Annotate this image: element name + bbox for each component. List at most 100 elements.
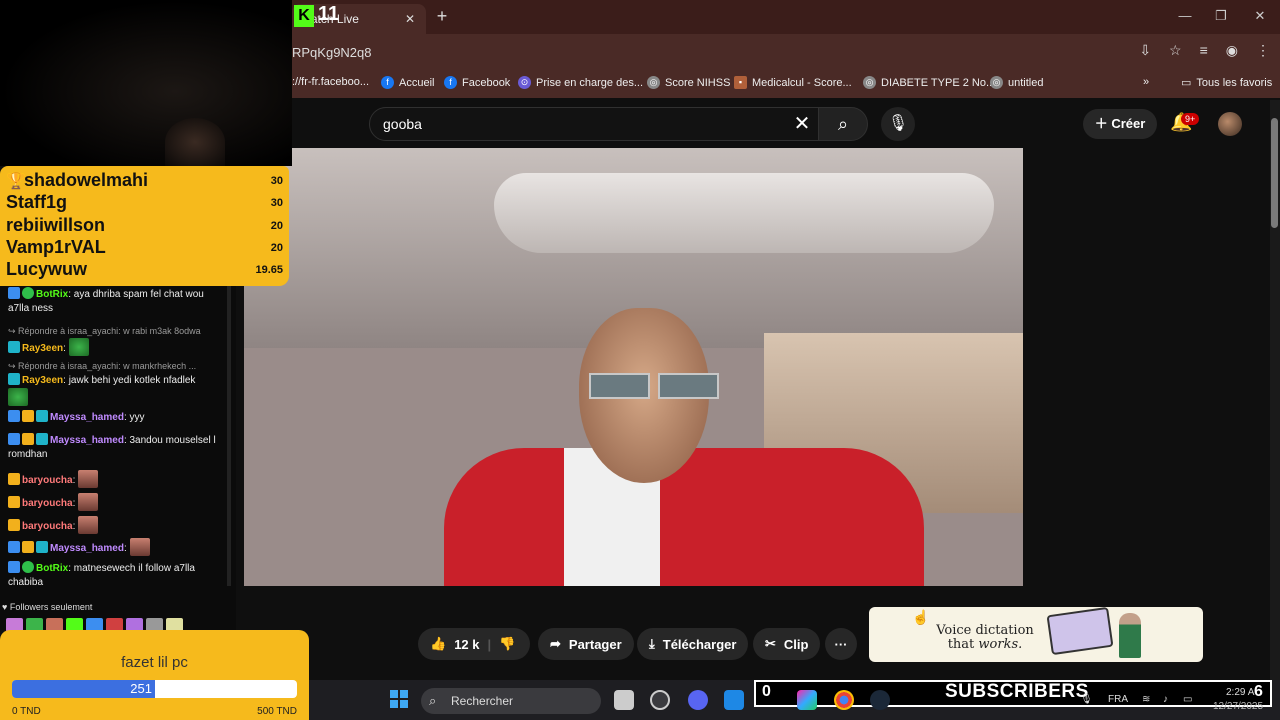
- url-text[interactable]: RPqKg9N2q8: [292, 45, 372, 60]
- bookmark-label: DIABETE TYPE 2 No...: [881, 76, 996, 89]
- badge-icon: [8, 341, 20, 353]
- volume-icon[interactable]: ♪: [1163, 694, 1168, 705]
- chat-user[interactable]: Ray3een: [22, 343, 63, 354]
- chat-text: :: [72, 521, 76, 532]
- bookmarks-more[interactable]: »: [1143, 76, 1149, 88]
- microphone-button[interactable]: 🎙: [881, 107, 915, 141]
- bookmark-item[interactable]: ◎ untitled: [990, 76, 1043, 89]
- new-tab-icon[interactable]: +: [432, 6, 452, 26]
- thumbs-up-icon: 👍: [430, 636, 447, 651]
- more-actions-button[interactable]: ···: [825, 628, 857, 660]
- playlist-icon[interactable]: ≡: [1200, 42, 1208, 59]
- steam-icon[interactable]: [870, 690, 890, 710]
- video-player[interactable]: [244, 148, 1023, 586]
- close-tab-icon[interactable]: ✕: [402, 12, 418, 26]
- clip-button[interactable]: ✂ Clip: [753, 628, 821, 660]
- like-button[interactable]: 👍 12 k | 👎: [418, 628, 530, 660]
- microphone-tray-icon[interactable]: 🎙: [1080, 694, 1093, 705]
- copilot-icon[interactable]: [797, 690, 817, 710]
- bookmark-label: untitled: [1008, 76, 1044, 89]
- badge-icon: [36, 410, 48, 422]
- bookmark-item[interactable]: ◎ Score NIHSS: [647, 76, 730, 89]
- avatar[interactable]: [1218, 112, 1242, 136]
- leaderboard-name: rebiiwillson: [6, 214, 106, 235]
- clock-date[interactable]: 12/27/2025: [1213, 701, 1263, 712]
- chat-scrollbar[interactable]: [227, 286, 231, 586]
- chat-text: :: [123, 543, 127, 554]
- taskbar-search[interactable]: Rechercher: [421, 688, 601, 714]
- bookmark-item[interactable]: ◎ DIABETE TYPE 2 No...: [863, 76, 995, 89]
- window-close-icon[interactable]: ✕: [1245, 8, 1275, 24]
- install-icon[interactable]: ⇩: [1139, 42, 1151, 59]
- bookmark-item[interactable]: ⊙ Prise en charge des...: [518, 76, 643, 89]
- chat-user[interactable]: baryoucha: [22, 521, 73, 532]
- badge-icon: [8, 373, 20, 385]
- globe-icon: ◎: [863, 76, 876, 89]
- leaderboard-row: Lucywuw 19.65: [6, 259, 283, 281]
- chat-message: baryoucha:: [8, 470, 224, 488]
- chrome-icon[interactable]: [834, 690, 854, 710]
- trophy-icon: 🏆: [6, 173, 26, 190]
- crown-icon: [22, 433, 34, 445]
- bookmark-item[interactable]: f Facebook: [444, 76, 510, 89]
- language-indicator[interactable]: FRA: [1108, 694, 1128, 705]
- goal-min-label: 0 TND: [12, 706, 41, 717]
- share-label: Partager: [568, 636, 622, 652]
- chat-user[interactable]: Mayssa_hamed: [50, 543, 124, 554]
- star-icon[interactable]: ☆: [1169, 42, 1182, 59]
- leaderboard-row: 🏆shadowelmahi 30: [6, 170, 283, 192]
- minimize-icon[interactable]: —: [1170, 8, 1200, 23]
- search-button[interactable]: ⌕: [818, 107, 868, 141]
- chat-user[interactable]: baryoucha: [22, 475, 73, 486]
- chat-user[interactable]: Mayssa_hamed: [50, 412, 124, 423]
- maximize-icon[interactable]: ❐: [1206, 8, 1236, 24]
- leaderboard-row: Staff1g 30: [6, 192, 283, 214]
- bookmark-item[interactable]: ://fr-fr.faceboo...: [292, 76, 369, 88]
- menu-icon[interactable]: ⋮: [1256, 42, 1270, 59]
- leaderboard-row: Vamp1rVAL 20: [6, 237, 283, 259]
- create-button[interactable]: ＋ Créer: [1083, 109, 1157, 139]
- windows-start-icon[interactable]: [390, 690, 408, 708]
- frog-emote-icon: [68, 338, 89, 356]
- chat-user[interactable]: baryoucha: [22, 498, 73, 509]
- goal-max-label: 500 TND: [257, 706, 297, 717]
- wifi-icon[interactable]: ≋: [1142, 694, 1150, 705]
- bookmark-item[interactable]: ▪ Medicalcul - Score...: [734, 76, 852, 89]
- chat-reply[interactable]: ↪ Répondre à israa_ayachi: w rabi m3ak 8…: [8, 324, 224, 338]
- chat-message: BotRix: matnesewech il follow a7lla chab…: [8, 561, 224, 590]
- bookmark-item[interactable]: f Accueil: [381, 76, 434, 89]
- scrollbar-thumb[interactable]: [1271, 118, 1278, 228]
- download-button[interactable]: ⤓ Télécharger: [637, 628, 749, 660]
- kick-app-icon[interactable]: [650, 690, 670, 710]
- chat-user[interactable]: BotRix: [36, 563, 68, 574]
- task-view-icon[interactable]: [614, 690, 634, 710]
- share-button[interactable]: ➦ Partager: [538, 628, 634, 660]
- all-favorites[interactable]: ▭ Tous les favoris: [1181, 76, 1272, 90]
- webcam-face: [165, 118, 225, 166]
- discord-icon[interactable]: [688, 690, 708, 710]
- search-input[interactable]: gooba: [369, 107, 819, 141]
- chat-user[interactable]: Ray3een: [22, 375, 63, 386]
- badge-icon: [8, 287, 20, 299]
- ad-text: Voice dictation that works.: [935, 624, 1035, 652]
- chat-reply[interactable]: ↪ Répondre à israa_ayachi: w mankrhekech…: [8, 359, 224, 373]
- leaderboard-value: 30: [270, 175, 283, 187]
- kick-number: 11: [318, 3, 340, 25]
- crown-icon: [22, 541, 34, 553]
- clock-time[interactable]: 2:29 A: [1226, 687, 1254, 698]
- battery-icon[interactable]: ▭: [1183, 694, 1192, 705]
- share-icon: ➦: [550, 636, 561, 651]
- medicalcul-icon: ▪: [734, 76, 747, 89]
- app-icon[interactable]: [724, 690, 744, 710]
- leaderboard-value: 20: [270, 219, 283, 232]
- search-icon: ⌕: [429, 693, 437, 708]
- chat-user[interactable]: Mayssa_hamed: [50, 435, 124, 446]
- site-icon: ⊙: [518, 76, 531, 89]
- chat-text: :: [72, 498, 76, 509]
- chat-user[interactable]: BotRix: [36, 289, 68, 300]
- clear-search-icon[interactable]: ✕: [788, 108, 816, 140]
- profile-icon[interactable]: ◉: [1226, 42, 1238, 59]
- leaderboard-name: Lucywuw: [6, 259, 88, 280]
- badge-icon: [8, 561, 20, 573]
- chat-text: : yyy: [123, 412, 145, 423]
